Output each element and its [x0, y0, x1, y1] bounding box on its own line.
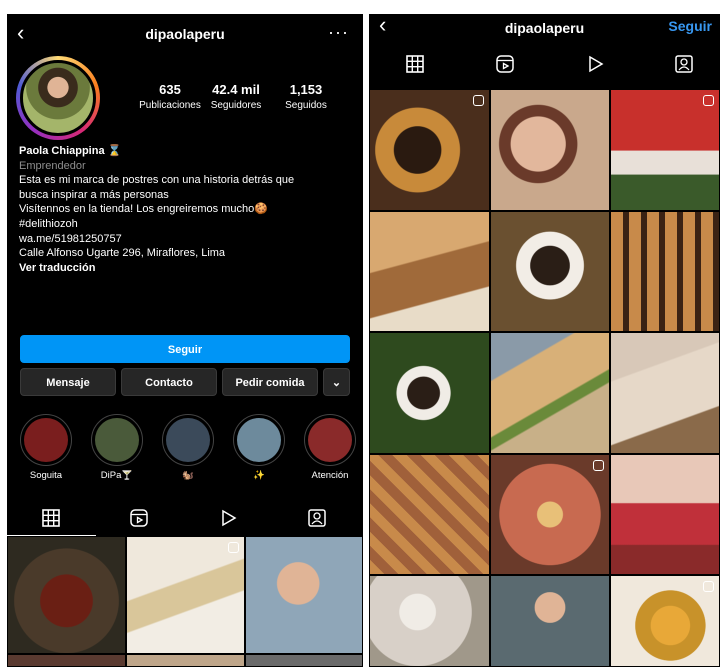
- grid-tabs: [369, 52, 720, 88]
- post-thumbnail[interactable]: [490, 454, 610, 575]
- post-thumbnail[interactable]: [369, 211, 490, 332]
- reel-badge-icon: [593, 460, 604, 471]
- bio-address[interactable]: Calle Alfonso Ugarte 296, Miraflores, Li…: [19, 246, 354, 261]
- bio-link[interactable]: wa.me/51981250757: [19, 232, 354, 247]
- highlight-ring: [304, 414, 356, 466]
- profile-display-name: Paola Chiappina ⌛: [19, 145, 122, 157]
- highlight-label: 🐿️: [182, 470, 194, 481]
- grid-icon[interactable]: [41, 508, 61, 528]
- post-thumbnail[interactable]: [7, 536, 126, 654]
- message-button[interactable]: Mensaje: [20, 368, 116, 396]
- highlight-item[interactable]: ✨: [230, 414, 288, 481]
- post-thumbnail[interactable]: [610, 89, 720, 211]
- highlight-label: Atención: [311, 470, 349, 481]
- stat-posts[interactable]: 635 Publicaciones: [135, 82, 205, 111]
- highlight-label: ✨: [253, 470, 265, 481]
- highlight-ring: [162, 414, 214, 466]
- profile-avatar-story-ring[interactable]: [16, 56, 100, 140]
- reel-badge-icon: [228, 542, 239, 553]
- highlight-label: DiPa🍸: [100, 470, 134, 481]
- highlight-item[interactable]: Atención: [301, 414, 359, 481]
- more-options-icon[interactable]: ···: [328, 22, 349, 43]
- highlight-cover: [24, 418, 68, 462]
- post-thumbnail[interactable]: [126, 654, 245, 667]
- contact-button[interactable]: Contacto: [121, 368, 217, 396]
- stat-posts-label: Publicaciones: [139, 100, 201, 111]
- reel-badge-icon: [703, 581, 714, 592]
- highlight-item[interactable]: 🐿️: [159, 414, 217, 481]
- post-thumbnail[interactable]: [490, 89, 610, 211]
- post-thumbnail[interactable]: [490, 575, 610, 667]
- tagged-icon[interactable]: [307, 508, 327, 528]
- highlight-ring: [91, 414, 143, 466]
- video-play-icon[interactable]: [218, 508, 238, 528]
- profile-screen-left: ‹ dipaolaperu ··· 635 Publicaciones 42.4…: [7, 14, 363, 667]
- post-thumbnail[interactable]: [369, 89, 490, 211]
- post-thumbnail[interactable]: [610, 332, 720, 454]
- follow-button[interactable]: Seguir: [20, 335, 350, 363]
- post-thumbnail[interactable]: [369, 575, 490, 667]
- stat-followers-count: 42.4 mil: [212, 82, 260, 97]
- post-thumbnail[interactable]: [369, 332, 490, 454]
- translate-link[interactable]: Ver traducción: [19, 261, 354, 276]
- stat-following[interactable]: 1,153 Seguidos: [275, 82, 337, 111]
- grid-header: ‹ dipaolaperu Seguir: [369, 14, 720, 54]
- stat-posts-count: 635: [159, 82, 181, 97]
- tagged-icon[interactable]: [674, 54, 694, 74]
- post-thumbnail[interactable]: [245, 654, 363, 667]
- order-food-button[interactable]: Pedir comida: [222, 368, 318, 396]
- post-thumbnail[interactable]: [369, 454, 490, 575]
- reel-badge-icon: [473, 95, 484, 106]
- video-play-icon[interactable]: [585, 54, 605, 74]
- post-thumbnail[interactable]: [126, 536, 245, 654]
- profile-username: dipaolaperu: [145, 26, 225, 42]
- highlight-cover: [166, 418, 210, 462]
- grid-username: dipaolaperu: [504, 20, 585, 36]
- stat-followers[interactable]: 42.4 mil Seguidores: [204, 82, 268, 111]
- post-thumbnail[interactable]: [490, 332, 610, 454]
- post-thumbnail[interactable]: [490, 211, 610, 332]
- bio-line: Visítennos en la tienda! Los engreiremos…: [19, 203, 268, 216]
- bio-line: busca inspirar a más personas: [19, 188, 169, 201]
- stat-followers-label: Seguidores: [210, 100, 262, 111]
- bio-hashtag[interactable]: #delithiozoh: [19, 217, 354, 232]
- post-thumbnail[interactable]: [245, 536, 363, 654]
- avatar: [20, 60, 96, 136]
- highlight-cover: [95, 418, 139, 462]
- highlight-item[interactable]: DiPa🍸: [88, 414, 146, 481]
- reels-icon[interactable]: [495, 54, 515, 74]
- grid-icon[interactable]: [405, 54, 425, 74]
- post-thumbnail[interactable]: [7, 654, 126, 667]
- profile-bio: Paola Chiappina ⌛ Emprendedor Esta es mi…: [19, 144, 354, 275]
- highlight-cover: [308, 418, 352, 462]
- highlight-item[interactable]: Soguita: [17, 414, 75, 481]
- highlight-ring: [20, 414, 72, 466]
- chevron-down-icon[interactable]: ⌄: [323, 368, 350, 396]
- follow-link[interactable]: Seguir: [668, 18, 712, 34]
- post-thumbnail[interactable]: [610, 454, 720, 575]
- highlight-cover: [237, 418, 281, 462]
- stat-following-label: Seguidos: [285, 100, 327, 111]
- highlight-label: Soguita: [29, 470, 63, 481]
- profile-header: ‹ dipaolaperu ···: [7, 14, 363, 54]
- profile-screen-right: ‹ dipaolaperu Seguir: [369, 14, 720, 667]
- reel-badge-icon: [703, 95, 714, 106]
- profile-category: Emprendedor: [19, 159, 86, 172]
- post-thumbnail[interactable]: [610, 575, 720, 667]
- highlight-ring: [233, 414, 285, 466]
- profile-tabs: [7, 500, 363, 536]
- reels-icon[interactable]: [129, 508, 149, 528]
- stat-following-count: 1,153: [289, 82, 323, 97]
- post-thumbnail[interactable]: [610, 211, 720, 332]
- bio-line: Esta es mi marca de postres con una hist…: [19, 174, 295, 187]
